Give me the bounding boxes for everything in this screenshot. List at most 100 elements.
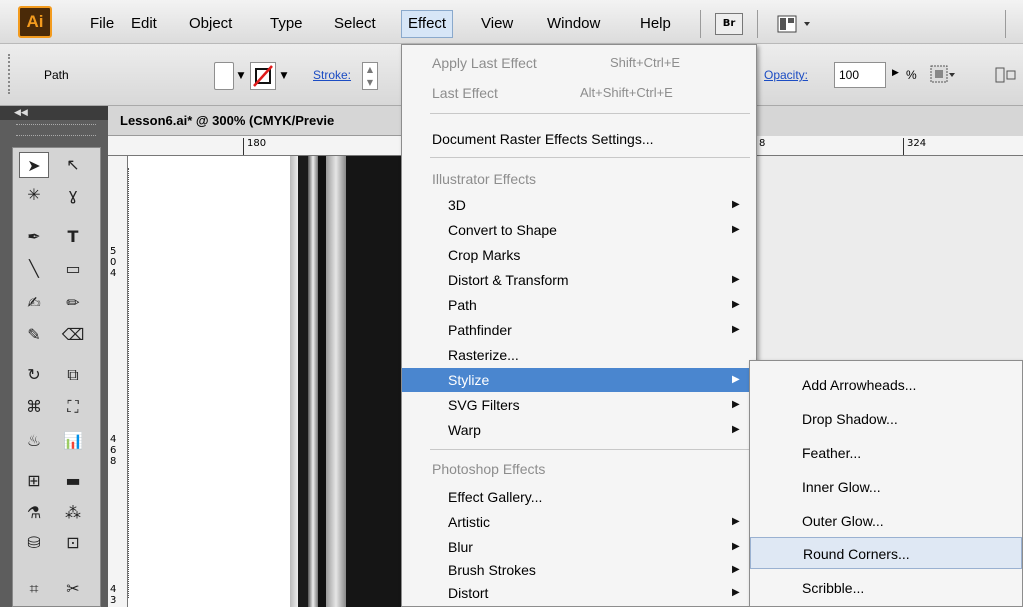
menu-document-raster-effects[interactable]: Document Raster Effects Settings... (402, 127, 756, 151)
ruler-tick-label: 468 (110, 434, 117, 467)
submenu-arrow-icon: ▶ (732, 299, 740, 310)
effect-menu: Apply Last Effect Shift+Ctrl+E Last Effec… (401, 44, 757, 607)
horizontal-ruler-right (757, 136, 1023, 156)
document-tab[interactable]: Lesson6.ai* @ 300% (CMYK/Previe (108, 106, 408, 136)
menu-window[interactable]: Window (541, 12, 606, 36)
submenu-scribble[interactable]: Scribble... (750, 572, 1022, 604)
app-logo: Ai (18, 6, 52, 38)
menu-artistic[interactable]: Artistic ▶ (402, 510, 756, 534)
menu-apply-last-effect[interactable]: Apply Last Effect Shift+Ctrl+E (402, 51, 756, 75)
line-tool-icon[interactable]: ╲ (19, 256, 49, 282)
lasso-tool-icon[interactable]: ɣ (58, 182, 88, 208)
gradient-tool-icon[interactable]: ▬ (58, 468, 88, 494)
fill-dropdown-icon[interactable]: ▼ (234, 62, 248, 90)
paintbrush-tool-icon[interactable]: ✍ (19, 290, 49, 316)
symbol-sprayer-tool-icon[interactable]: ♨ (19, 428, 49, 454)
menu-pathfinder[interactable]: Pathfinder ▶ (402, 318, 756, 342)
submenu-arrow-icon: ▶ (732, 199, 740, 210)
menu-convert-to-shape[interactable]: Convert to Shape ▶ (402, 218, 756, 242)
fill-swatch[interactable] (214, 62, 234, 90)
artwork-stripe (308, 156, 318, 607)
slice-tool-icon[interactable]: ✂ (58, 576, 88, 602)
artwork-stripe (318, 156, 326, 607)
opacity-dropdown-icon[interactable]: ▶ (892, 68, 899, 78)
artwork-stripe (298, 156, 308, 607)
live-paint-selection-tool-icon[interactable]: ⊡ (58, 530, 88, 556)
scale-tool-icon[interactable]: ⧉ (58, 362, 88, 388)
menu-view[interactable]: View (475, 12, 519, 36)
submenu-outer-glow[interactable]: Outer Glow... (750, 505, 1022, 537)
align-button[interactable] (992, 64, 1023, 86)
menu-brush-strokes[interactable]: Brush Strokes ▶ (402, 558, 756, 582)
arrange-documents-icon (777, 15, 810, 33)
menu-effect[interactable]: Effect (401, 10, 454, 38)
opacity-link[interactable]: Opacity: (764, 68, 808, 82)
stylize-submenu: Add Arrowheads... Drop Shadow... Feather… (749, 360, 1023, 607)
submenu-round-corners[interactable]: Round Corners... (750, 537, 1022, 569)
menu-path[interactable]: Path ▶ (402, 293, 756, 317)
artboard-tool-icon[interactable]: ⌗ (19, 576, 49, 602)
eyedropper-tool-icon[interactable]: ⚗ (19, 500, 49, 526)
stroke-swatch[interactable] (250, 62, 276, 90)
rotate-tool-icon[interactable]: ↻ (19, 362, 49, 388)
pen-tool-icon[interactable]: ✒ (19, 224, 49, 250)
opacity-input[interactable]: 100 (834, 62, 886, 88)
submenu-inner-glow[interactable]: Inner Glow... (750, 471, 1022, 503)
menu-blur[interactable]: Blur ▶ (402, 535, 756, 559)
submenu-drop-shadow[interactable]: Drop Shadow... (750, 403, 1022, 435)
pencil-tool-icon[interactable]: ✏ (58, 290, 88, 316)
stroke-dropdown-icon[interactable]: ▼ (277, 62, 291, 90)
menu-edit[interactable]: Edit (125, 12, 163, 36)
menu-last-effect[interactable]: Last Effect Alt+Shift+Ctrl+E (402, 81, 756, 105)
menu-select[interactable]: Select (328, 12, 382, 36)
panel-grip-icon[interactable] (8, 54, 12, 94)
align-icon (995, 67, 1016, 83)
menu-file[interactable]: File (84, 12, 120, 36)
menu-divider (757, 10, 758, 38)
direct-selection-tool-icon[interactable]: ↖ (58, 152, 88, 178)
submenu-arrow-icon: ▶ (732, 564, 740, 575)
column-graph-tool-icon[interactable]: 📊 (58, 428, 88, 454)
submenu-add-arrowheads[interactable]: Add Arrowheads... (750, 369, 1022, 401)
tools-panel-collapse-icon[interactable]: ◀◀ (0, 106, 108, 120)
opacity-unit: % (906, 68, 917, 82)
menu-crop-marks[interactable]: Crop Marks (402, 243, 756, 267)
menu-stylize[interactable]: Stylize ▶ (402, 368, 756, 392)
photoshop-effects-header: Photoshop Effects (432, 461, 546, 477)
submenu-feather[interactable]: Feather... (750, 437, 1022, 469)
stroke-link[interactable]: Stroke: (313, 68, 351, 82)
submenu-arrow-icon: ▶ (732, 399, 740, 410)
blend-tool-icon[interactable]: ⁂ (58, 500, 88, 526)
type-tool-icon[interactable]: T (58, 224, 88, 250)
free-transform-tool-icon[interactable]: ⛶ (58, 394, 88, 420)
stroke-weight-stepper[interactable]: ▲ ▼ (362, 62, 378, 90)
width-tool-icon[interactable]: ⌘ (19, 394, 49, 420)
mesh-tool-icon[interactable]: ⊞ (19, 468, 49, 494)
illustrator-effects-header: Illustrator Effects (432, 171, 537, 187)
recolor-button[interactable] (928, 62, 956, 88)
eraser-tool-icon[interactable]: ⌫ (58, 322, 88, 348)
blob-brush-tool-icon[interactable]: ✎ (19, 322, 49, 348)
menu-distort-transform[interactable]: Distort & Transform ▶ (402, 268, 756, 292)
bridge-button[interactable]: Br (715, 13, 743, 35)
magic-wand-tool-icon[interactable]: ✳ (19, 182, 49, 208)
menu-type[interactable]: Type (264, 12, 309, 36)
artboard-edge (128, 168, 134, 598)
no-stroke-icon (253, 65, 273, 87)
arrange-documents-button[interactable] (776, 13, 814, 35)
menu-separator (430, 157, 750, 158)
rectangle-tool-icon[interactable]: ▭ (58, 256, 88, 282)
menu-rasterize[interactable]: Rasterize... (402, 343, 756, 367)
selection-tool-icon[interactable]: ➤ (19, 152, 49, 178)
menu-divider (700, 10, 701, 38)
menu-distort[interactable]: Distort ▶ (402, 581, 756, 605)
menu-object[interactable]: Object (183, 12, 238, 36)
tools-panel-grip[interactable] (16, 124, 96, 136)
live-paint-bucket-tool-icon[interactable]: ⛁ (19, 530, 49, 556)
menu-effect-gallery[interactable]: Effect Gallery... (402, 485, 756, 509)
menu-help[interactable]: Help (634, 12, 677, 36)
menu-3d[interactable]: 3D ▶ (402, 193, 756, 217)
submenu-arrow-icon: ▶ (732, 587, 740, 598)
menu-warp[interactable]: Warp ▶ (402, 418, 756, 442)
menu-svg-filters[interactable]: SVG Filters ▶ (402, 393, 756, 417)
